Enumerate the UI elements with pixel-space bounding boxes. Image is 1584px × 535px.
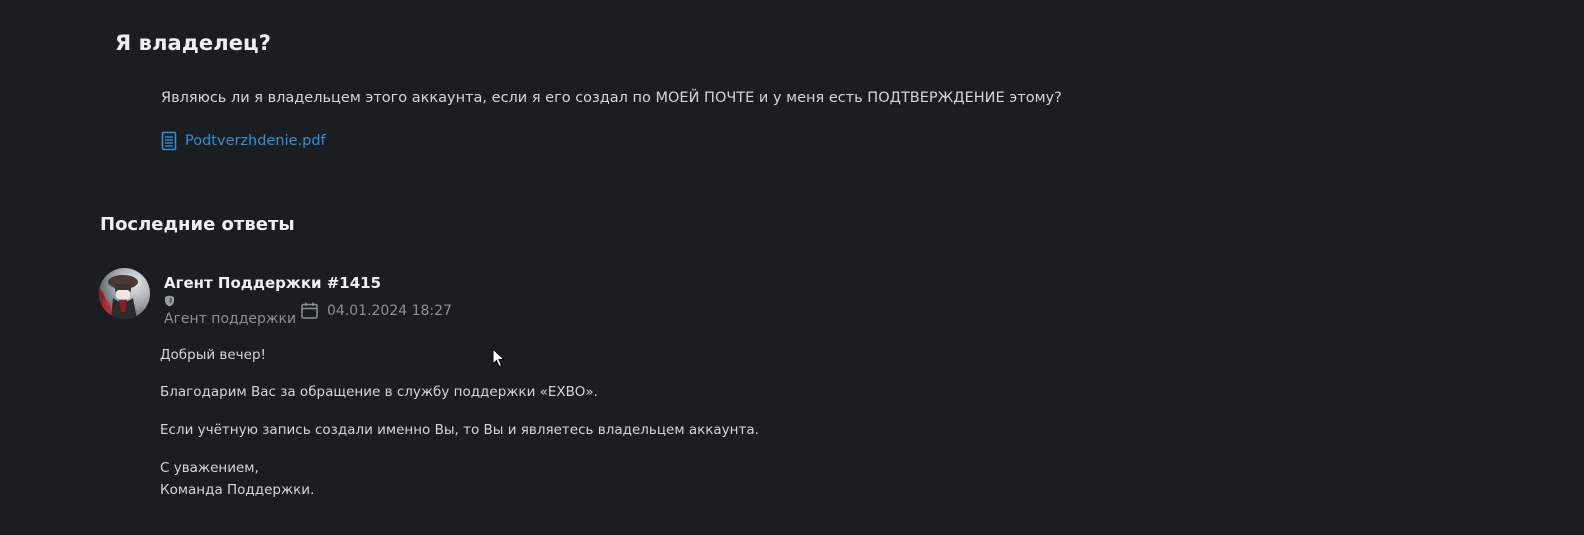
document-icon bbox=[161, 131, 177, 151]
attachment-link[interactable]: Podtverzhdenie.pdf bbox=[161, 131, 326, 151]
agent-name: Агент Поддержки #1415 bbox=[164, 274, 382, 292]
reply-signature: Команда Поддержки. bbox=[160, 482, 315, 498]
agent-avatar bbox=[99, 268, 150, 319]
reply-regards: С уважением, bbox=[160, 460, 259, 476]
replies-section-title: Последние ответы bbox=[100, 214, 295, 235]
ticket-title: Я владелец? bbox=[115, 31, 271, 55]
mouse-cursor-icon bbox=[492, 347, 506, 368]
shield-icon bbox=[164, 292, 175, 307]
agent-role: Агент поддержки bbox=[164, 311, 297, 327]
ticket-page: Я владелец? Являюсь ли я владельцем этог… bbox=[0, 0, 1584, 535]
attachment-filename: Podtverzhdenie.pdf bbox=[185, 133, 326, 149]
reply-answer: Если учётную запись создали именно Вы, т… bbox=[160, 422, 759, 438]
reply-thanks: Благодарим Вас за обращение в службу под… bbox=[160, 384, 598, 400]
calendar-icon bbox=[301, 302, 318, 319]
reply-date-text: 04.01.2024 18:27 bbox=[327, 302, 452, 319]
reply-date: 04.01.2024 18:27 bbox=[301, 302, 452, 319]
reply-greeting: Добрый вечер! bbox=[160, 347, 266, 363]
ticket-question: Являюсь ли я владельцем этого аккаунта, … bbox=[161, 90, 1062, 106]
